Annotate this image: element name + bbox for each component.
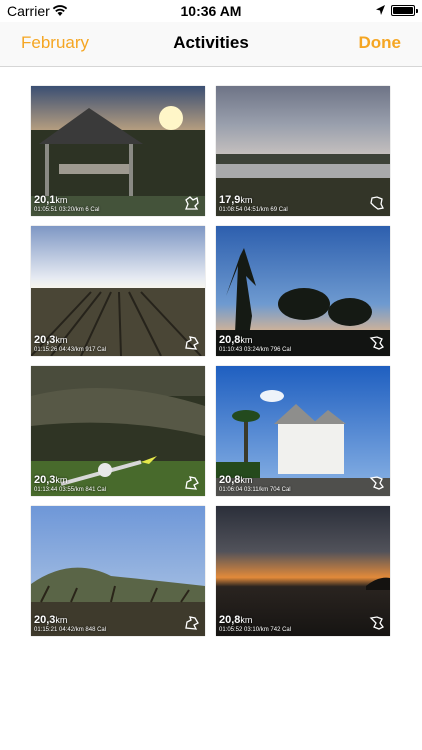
activity-distance: 20,8km: [219, 474, 253, 486]
activity-meta: 01:15:21 04:42/km 848 Cal: [34, 627, 107, 633]
activity-meta: 01:05:52 03:10/km 742 Cal: [219, 627, 292, 633]
activity-stats: 20,8km 01:05:52 03:10/km 742 Cal: [219, 614, 292, 634]
activity-tile[interactable]: 20,8km 01:05:52 03:10/km 742 Cal: [216, 506, 390, 636]
activity-distance: 20,3km: [34, 474, 68, 486]
activity-tile[interactable]: 20,3km 01:13:44 03:55/km 841 Cal: [31, 366, 205, 496]
activity-tile[interactable]: 17,9km 01:08:54 04:51/km 69 Cal: [216, 86, 390, 216]
route-map-icon: [185, 476, 199, 490]
activity-stats: 20,3km 01:15:26 04:43/km 917 Cal: [34, 334, 107, 354]
route-map-icon: [185, 336, 199, 350]
activity-distance: 20,3km: [34, 614, 68, 626]
activity-tile[interactable]: 20,1km 01:05:51 03:20/km 6 Cal: [31, 86, 205, 216]
route-map-icon: [185, 616, 199, 630]
activity-stats: 20,8km 01:10:43 03:24/km 796 Cal: [219, 334, 292, 354]
route-map-icon: [369, 336, 384, 350]
activity-meta: 01:08:54 04:51/km 69 Cal: [219, 207, 288, 213]
done-button[interactable]: Done: [359, 33, 402, 53]
activity-tile[interactable]: 20,8km 01:06:04 03:11/km 704 Cal: [216, 366, 390, 496]
activity-meta: 01:13:44 03:55/km 841 Cal: [34, 487, 107, 493]
activity-meta: 01:05:51 03:20/km 6 Cal: [34, 207, 100, 213]
activity-meta: 01:10:43 03:24/km 796 Cal: [219, 347, 292, 353]
route-map-icon: [369, 616, 384, 630]
activity-stats: 20,1km 01:05:51 03:20/km 6 Cal: [34, 194, 100, 214]
activity-distance: 20,1km: [34, 194, 68, 206]
status-bar: Carrier 10:36 AM: [0, 0, 422, 22]
route-map-icon: [369, 476, 384, 490]
activity-distance: 20,3km: [34, 334, 68, 346]
activity-stats: 20,3km 01:15:21 04:42/km 848 Cal: [34, 614, 107, 634]
activity-meta: 01:15:26 04:43/km 917 Cal: [34, 347, 107, 353]
activity-meta: 01:06:04 03:11/km 704 Cal: [219, 487, 291, 493]
activity-distance: 20,8km: [219, 614, 253, 626]
location-arrow-icon: [376, 5, 385, 15]
activity-distance: 20,8km: [219, 334, 253, 346]
activity-distance: 17,9km: [219, 194, 253, 206]
navigation-bar: February Activities Done: [0, 22, 422, 67]
route-map-icon: [185, 196, 199, 210]
activity-stats: 20,8km 01:06:04 03:11/km 704 Cal: [219, 474, 291, 494]
activity-tile[interactable]: 20,3km 01:15:21 04:42/km 848 Cal: [31, 506, 205, 636]
activity-stats: 20,3km 01:13:44 03:55/km 841 Cal: [34, 474, 107, 494]
activity-tile[interactable]: 20,3km 01:15:26 04:43/km 917 Cal: [31, 226, 205, 356]
route-map-icon: [370, 196, 384, 210]
activity-stats: 17,9km 01:08:54 04:51/km 69 Cal: [219, 194, 288, 214]
activity-tile[interactable]: 20,8km 01:10:43 03:24/km 796 Cal: [216, 226, 390, 356]
battery-icon: [391, 5, 418, 16]
clock-time: 10:36 AM: [180, 3, 242, 19]
